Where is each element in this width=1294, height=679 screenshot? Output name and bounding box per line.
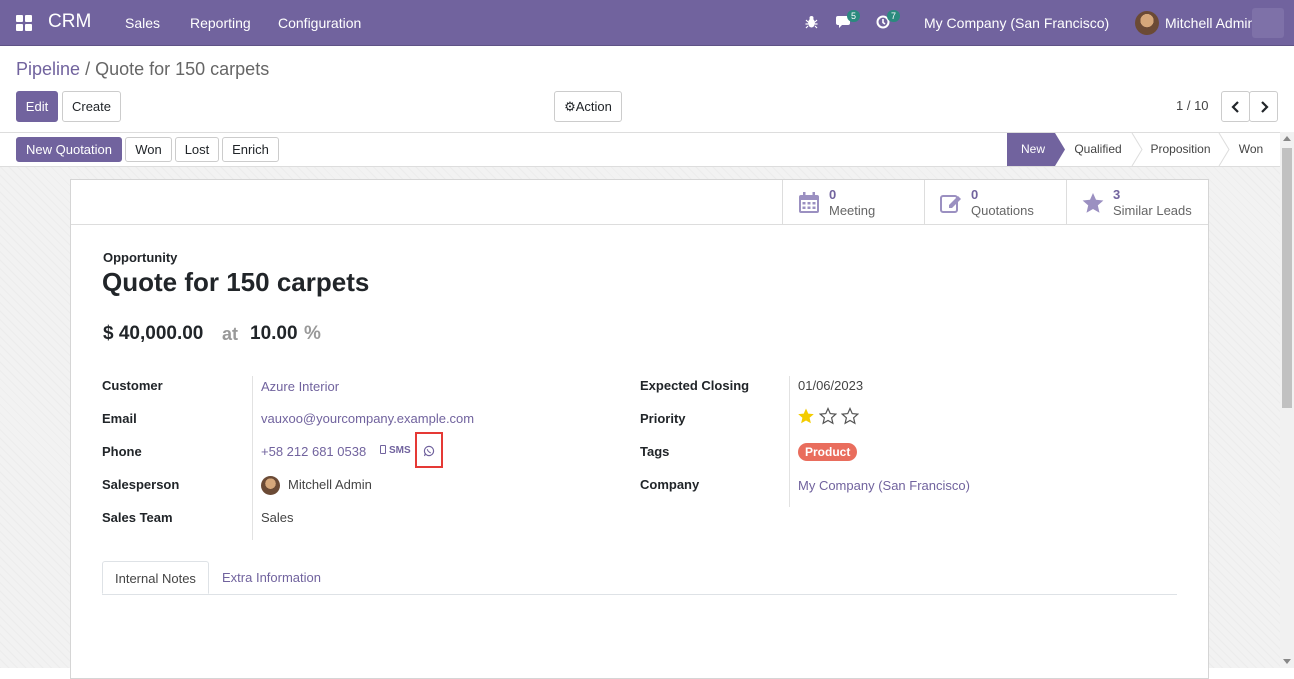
pager-previous-button[interactable] — [1221, 91, 1250, 122]
menu-reporting[interactable]: Reporting — [190, 15, 251, 31]
action-label: Action — [575, 99, 612, 114]
breadcrumb-pipeline[interactable]: Pipeline — [16, 59, 80, 79]
right-fields-separator — [789, 376, 790, 507]
quotations-label: Quotations — [971, 203, 1034, 218]
breadcrumb-current: Quote for 150 carpets — [95, 59, 270, 79]
calendar-icon — [799, 192, 819, 213]
email-label: Email — [102, 411, 137, 426]
form-sheet: 0 Meeting 0 Quotations 3 Similar Leads — [70, 179, 1209, 679]
stage-new[interactable]: New — [1007, 133, 1059, 166]
similar-leads-label: Similar Leads — [1113, 203, 1192, 218]
smart-buttons-divider — [71, 224, 1208, 225]
quotations-count: 0 — [971, 187, 979, 202]
chevron-left-icon — [1230, 101, 1239, 113]
priority-stars[interactable] — [797, 407, 863, 427]
customer-label: Customer — [102, 378, 163, 393]
star-filled-icon[interactable] — [797, 407, 815, 425]
star-empty-icon[interactable] — [840, 407, 860, 425]
top-navbar: CRM Sales Reporting Configuration 5 7 My… — [0, 0, 1294, 46]
user-avatar[interactable] — [1135, 11, 1159, 35]
breadcrumb: Pipeline / Quote for 150 carpets — [16, 59, 269, 80]
menu-sales[interactable]: Sales — [125, 15, 160, 31]
user-menu-extra[interactable] — [1252, 8, 1284, 38]
phone-value[interactable]: +58 212 681 0538 — [261, 444, 366, 459]
sms-label: SMS — [389, 445, 411, 456]
meeting-smart-button[interactable]: 0 Meeting — [782, 180, 924, 224]
sales-team-label: Sales Team — [102, 510, 173, 525]
action-button[interactable]: ⚙Action — [554, 91, 622, 122]
create-button[interactable]: Create — [62, 91, 121, 122]
mobile-icon — [380, 445, 386, 454]
meeting-label: Meeting — [829, 203, 876, 218]
pager-next-button[interactable] — [1249, 91, 1278, 122]
scroll-up-icon[interactable] — [1283, 136, 1291, 141]
tab-extra-information[interactable]: Extra Information — [210, 561, 333, 594]
star-empty-icon[interactable] — [818, 407, 838, 425]
enrich-button[interactable]: Enrich — [222, 137, 279, 162]
record-title[interactable]: Quote for 150 carpets — [102, 267, 369, 298]
new-quotation-button[interactable]: New Quotation — [16, 137, 122, 162]
expected-closing-label: Expected Closing — [640, 378, 750, 393]
at-label: at — [222, 324, 239, 344]
scroll-down-icon[interactable] — [1283, 659, 1291, 664]
probability-value[interactable]: 10.00 — [250, 323, 298, 345]
notebook-tabs: Internal Notes Extra Information — [102, 561, 1177, 595]
menu-configuration[interactable]: Configuration — [278, 15, 361, 31]
record-type-label: Opportunity — [103, 250, 178, 265]
pencil-square-icon — [940, 195, 961, 213]
quotations-smart-button[interactable]: 0 Quotations — [924, 180, 1066, 224]
stage-proposition[interactable]: Proposition — [1143, 133, 1218, 166]
left-fields-separator — [252, 376, 253, 540]
tag-badge[interactable]: Product — [798, 443, 858, 461]
similar-leads-count: 3 — [1113, 187, 1121, 202]
sales-team-value[interactable]: Sales — [261, 510, 294, 525]
activities-icon[interactable]: 7 — [876, 10, 901, 32]
expected-revenue[interactable]: $ 40,000.00 — [103, 323, 203, 345]
salesperson-avatar — [261, 476, 280, 495]
chevron-right-icon — [1260, 101, 1269, 113]
company-switcher[interactable]: My Company (San Francisco) — [924, 15, 1109, 31]
tab-internal-notes[interactable]: Internal Notes — [102, 561, 209, 594]
page-scrollbar[interactable] — [1280, 132, 1294, 668]
similar-leads-smart-button[interactable]: 3 Similar Leads — [1066, 180, 1208, 224]
stage-qualified[interactable]: Qualified — [1068, 133, 1128, 166]
sms-button[interactable]: SMS — [380, 445, 411, 456]
expected-closing-value[interactable]: 01/06/2023 — [798, 378, 863, 393]
bug-icon[interactable] — [805, 15, 818, 32]
edit-button[interactable]: Edit — [16, 91, 58, 122]
gear-icon: ⚙ — [564, 99, 576, 114]
company-value[interactable]: My Company (San Francisco) — [798, 478, 970, 493]
app-grid-icon[interactable] — [16, 15, 32, 31]
messages-badge: 5 — [847, 10, 861, 22]
customer-value[interactable]: Azure Interior — [261, 379, 339, 394]
pager-value[interactable]: 1 / 10 — [1176, 98, 1209, 113]
activities-badge: 7 — [887, 10, 901, 22]
scrollbar-thumb[interactable] — [1282, 148, 1292, 408]
lost-button[interactable]: Lost — [175, 137, 219, 162]
phone-label: Phone — [102, 444, 142, 459]
won-button[interactable]: Won — [125, 137, 172, 162]
whatsapp-icon[interactable] — [423, 445, 435, 460]
priority-label: Priority — [640, 411, 686, 426]
app-brand[interactable]: CRM — [48, 11, 91, 33]
user-menu[interactable]: Mitchell Admin — [1165, 15, 1255, 31]
salesperson-label: Salesperson — [102, 477, 180, 492]
stage-won[interactable]: Won — [1230, 133, 1272, 166]
percent-sign: % — [304, 323, 321, 344]
tags-label: Tags — [640, 444, 670, 459]
company-label: Company — [640, 477, 700, 492]
breadcrumb-separator: / — [85, 59, 91, 79]
meeting-count: 0 — [829, 187, 837, 202]
messages-icon[interactable]: 5 — [836, 10, 861, 32]
star-icon — [1082, 193, 1104, 213]
salesperson-value[interactable]: Mitchell Admin — [288, 477, 372, 492]
email-value[interactable]: vauxoo@yourcompany.example.com — [261, 411, 474, 426]
